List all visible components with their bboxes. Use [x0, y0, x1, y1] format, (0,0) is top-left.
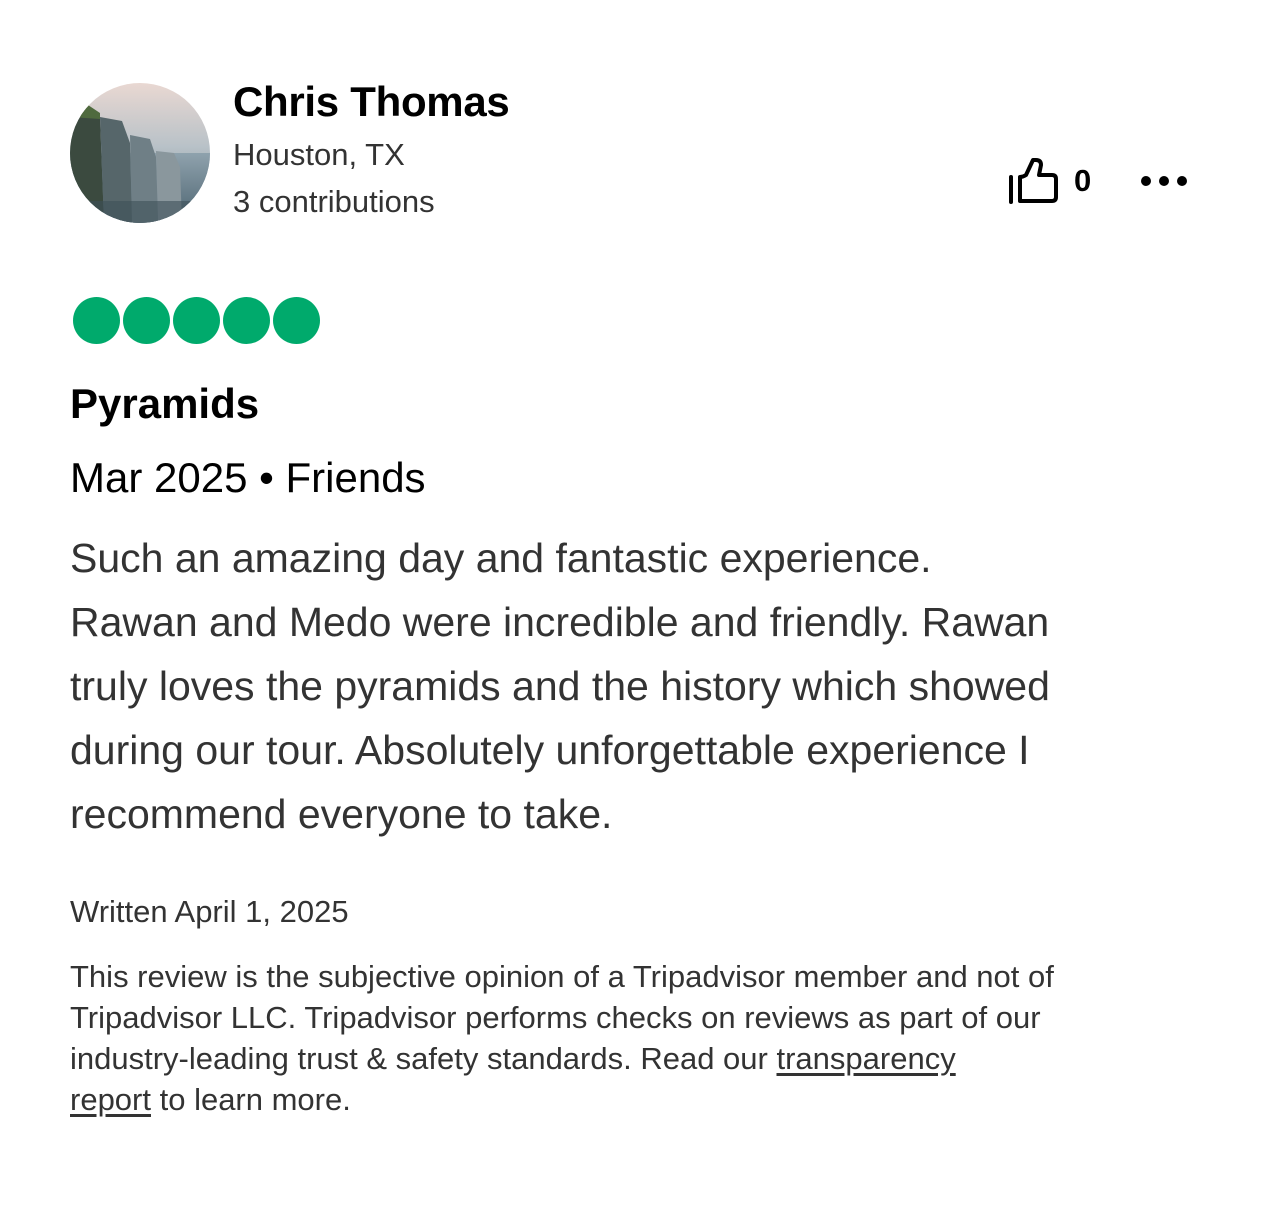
review-disclaimer: This review is the subjective opinion of…	[70, 956, 1250, 1120]
rating-bubble-filled	[73, 297, 120, 344]
more-options-button[interactable]	[1140, 170, 1188, 192]
meta-separator: •	[259, 454, 274, 501]
disclaimer-line: Tripadvisor LLC. Tripadvisor performs ch…	[70, 1000, 1041, 1035]
disclaimer-text: industry-leading trust & safety standard…	[70, 1041, 777, 1076]
review-body-line: Such an amazing day and fantastic experi…	[70, 535, 932, 581]
trip-type: Friends	[285, 454, 426, 501]
transparency-report-link[interactable]: report	[70, 1082, 151, 1117]
helpful-count: 0	[1074, 163, 1092, 198]
review-body-line: truly loves the pyramids and the history…	[70, 663, 1050, 709]
disclaimer-line: This review is the subjective opinion of…	[70, 959, 1054, 994]
helpful-vote-button[interactable]: 0	[1006, 156, 1091, 206]
rating-bubble-filled	[123, 297, 170, 344]
written-date: Written April 1, 2025	[70, 894, 349, 929]
avatar[interactable]	[70, 83, 210, 223]
reviewer-contributions: 3 contributions	[233, 184, 435, 219]
disclaimer-text: to learn more.	[150, 1082, 351, 1117]
thumbs-up-icon	[1009, 158, 1058, 204]
more-options-icon	[1141, 176, 1187, 186]
review-meta: Mar 2025 • Friends	[70, 454, 426, 502]
rating-bubbles	[73, 297, 320, 344]
transparency-report-link[interactable]: transparency	[776, 1041, 955, 1076]
reviewer-location: Houston, TX	[233, 137, 405, 172]
review-title[interactable]: Pyramids	[70, 380, 259, 428]
review-body: Such an amazing day and fantastic experi…	[70, 526, 1230, 846]
rating-bubble-filled	[273, 297, 320, 344]
disclaimer-line: industry-leading trust & safety standard…	[70, 1038, 1250, 1079]
review-body-line: recommend everyone to take.	[70, 791, 613, 837]
avatar-image	[70, 83, 210, 223]
rating-bubble-filled	[173, 297, 220, 344]
rating-bubble-filled	[223, 297, 270, 344]
review-body-line: during our tour. Absolutely unforgettabl…	[70, 727, 1030, 773]
review-body-line: Rawan and Medo were incredible and frien…	[70, 599, 1050, 645]
review-date: Mar 2025	[70, 454, 248, 501]
reviewer-name[interactable]: Chris Thomas	[233, 78, 510, 126]
disclaimer-line: report to learn more.	[70, 1079, 1250, 1120]
